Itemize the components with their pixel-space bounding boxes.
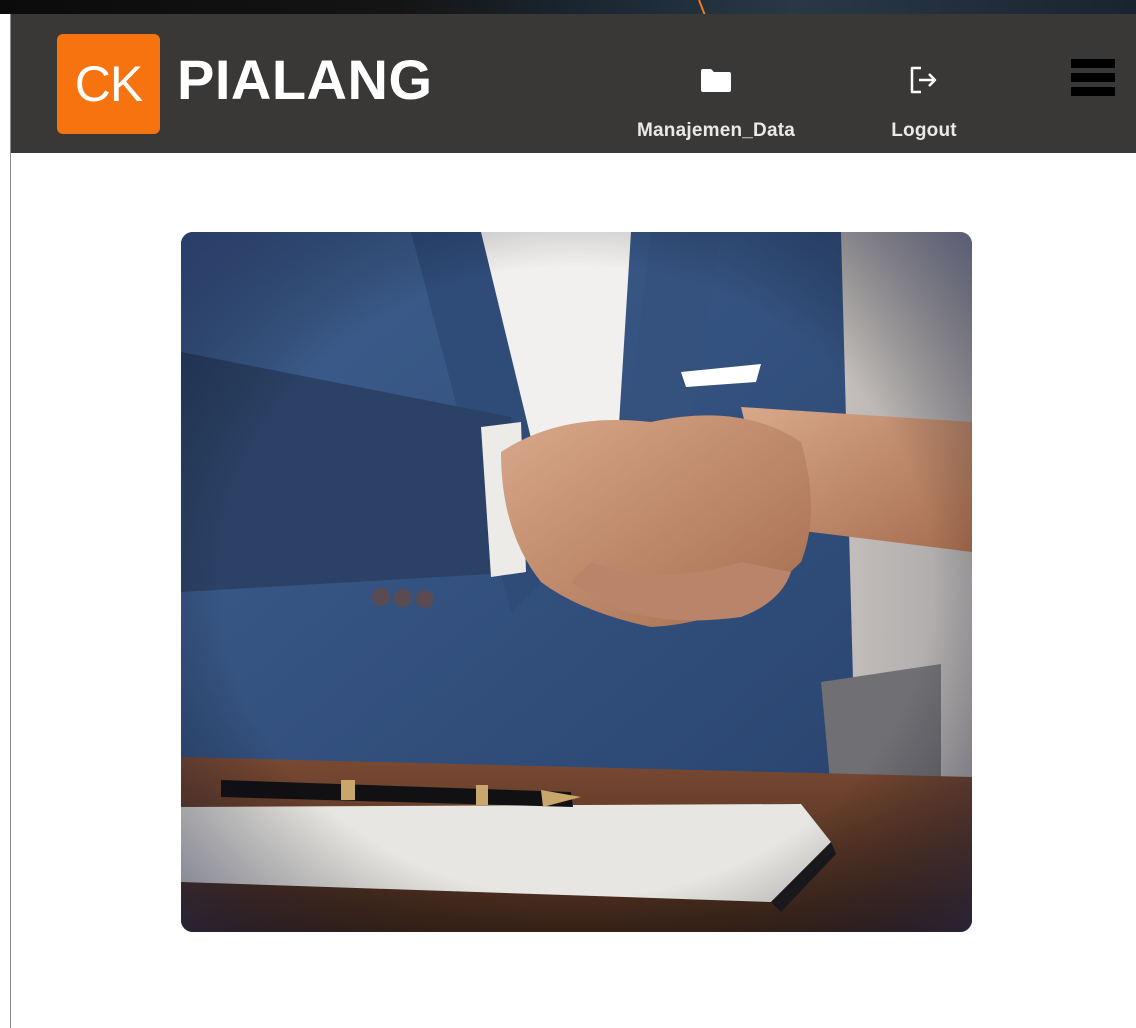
hamburger-bar — [1071, 87, 1115, 96]
nav-logout[interactable]: Logout — [879, 62, 969, 142]
nav-manajemen-data[interactable]: Manajemen_Data — [623, 62, 809, 142]
hero-image-handshake — [181, 232, 972, 932]
hamburger-menu-icon[interactable] — [1071, 59, 1115, 99]
hamburger-bar — [1071, 59, 1115, 68]
nav-logout-label: Logout — [891, 120, 957, 141]
nav-manajemen-data-label: Manajemen_Data — [636, 120, 796, 141]
hamburger-bar — [1071, 73, 1115, 82]
logo[interactable]: CK — [57, 34, 160, 134]
logo-text: CK — [74, 56, 143, 112]
folder-icon — [701, 69, 731, 92]
navbar: CK PIALANG Manajemen_Data Logout — [11, 14, 1136, 153]
brand-name[interactable]: PIALANG — [177, 52, 433, 108]
handshake-photo-illustration — [181, 232, 972, 932]
logout-icon — [910, 66, 937, 94]
top-banner-strip — [0, 0, 1136, 14]
left-border — [10, 14, 11, 1028]
